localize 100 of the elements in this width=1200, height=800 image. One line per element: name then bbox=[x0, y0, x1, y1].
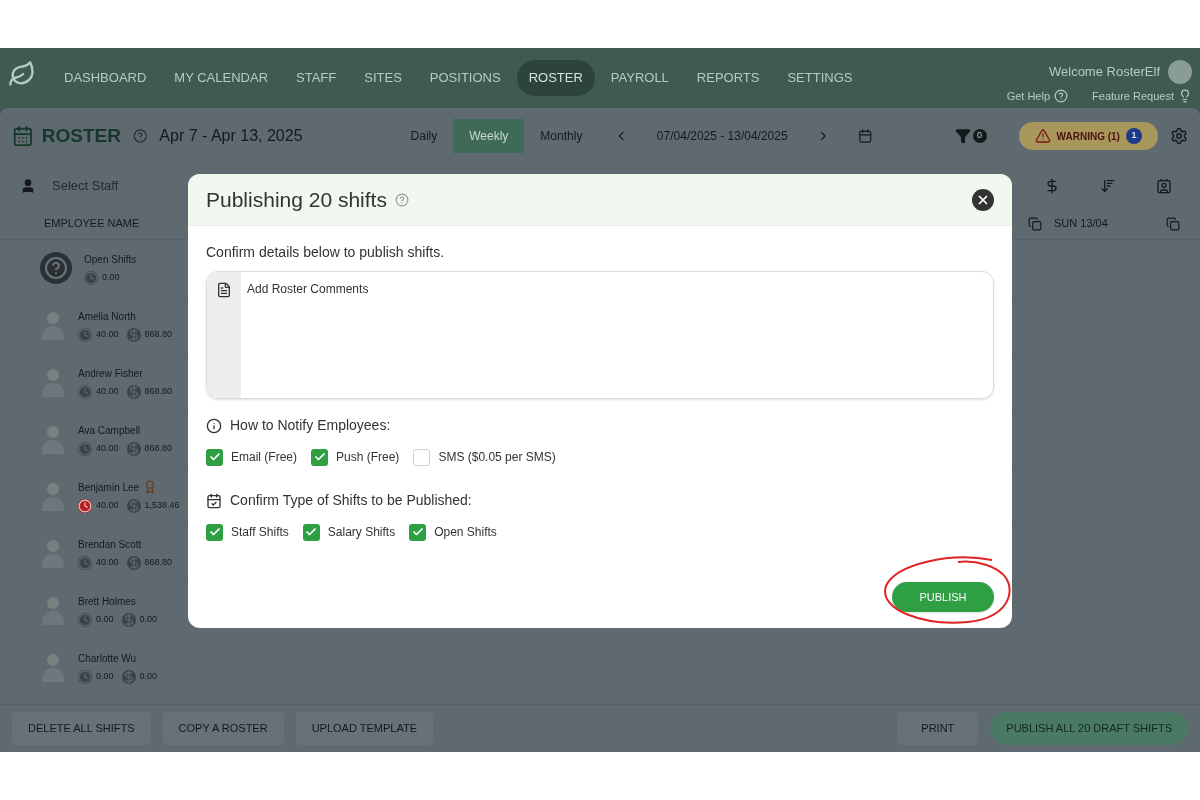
employee-name: Ava Campbell bbox=[78, 423, 141, 438]
person-avatar bbox=[40, 424, 66, 454]
close-button[interactable] bbox=[972, 188, 994, 211]
pay-text: 1,538.46 bbox=[144, 498, 180, 512]
print-button[interactable]: PRINT bbox=[897, 712, 979, 745]
calendar-contact-icon[interactable] bbox=[1156, 178, 1172, 194]
employee-name: Andrew Fisher bbox=[78, 366, 143, 381]
filter-icon[interactable] bbox=[954, 128, 971, 144]
dollar-icon bbox=[126, 441, 141, 456]
section-heading: How to Notify Employees: bbox=[230, 416, 391, 435]
column-header: SUN 13/04 bbox=[1054, 216, 1108, 232]
pay-text: 0.00 bbox=[139, 612, 158, 626]
pay-text: 868.80 bbox=[144, 327, 173, 341]
option-label: Push (Free) bbox=[336, 449, 400, 466]
user-icon bbox=[20, 178, 36, 194]
check-icon bbox=[411, 526, 424, 538]
footer-button[interactable]: DELETE ALL SHIFTS bbox=[12, 712, 151, 745]
nav-tab[interactable]: POSITIONS bbox=[417, 60, 513, 96]
view-tab[interactable]: Monthly bbox=[524, 119, 599, 153]
comments-field[interactable]: Add Roster Comments bbox=[206, 271, 994, 399]
dollar-icon bbox=[126, 498, 141, 513]
pay-text: 868.80 bbox=[144, 384, 173, 398]
employee-name: Open Shifts bbox=[84, 252, 137, 267]
option-label: Staff Shifts bbox=[231, 524, 289, 541]
filter-count: 0 bbox=[972, 129, 987, 143]
hours-text: 40.00 bbox=[96, 498, 119, 512]
check-icon bbox=[305, 526, 318, 538]
check-icon bbox=[208, 451, 221, 463]
publish-all-button[interactable]: PUBLISH ALL 20 DRAFT SHIFTS bbox=[990, 712, 1188, 745]
view-tab[interactable]: Weekly bbox=[453, 119, 525, 153]
publish-button[interactable]: PUBLISH bbox=[892, 582, 994, 612]
settings-icon[interactable] bbox=[1169, 126, 1188, 146]
person-avatar bbox=[40, 367, 66, 397]
checkbox[interactable] bbox=[302, 523, 320, 541]
hours-text: 40.00 bbox=[96, 441, 119, 455]
copy-icon[interactable] bbox=[1028, 216, 1042, 231]
section-heading: Confirm Type of Shifts to be Published: bbox=[230, 491, 472, 510]
intro-text: Confirm details below to publish shifts. bbox=[206, 243, 446, 262]
footer-button[interactable]: COPY A ROSTER bbox=[162, 712, 284, 745]
nav-tab[interactable]: STAFF bbox=[284, 60, 349, 96]
nav-tab[interactable]: ROSTER bbox=[516, 60, 595, 96]
warning-button[interactable]: WARNING (1) 1 bbox=[1018, 122, 1158, 150]
checkbox[interactable] bbox=[206, 448, 223, 466]
check-icon bbox=[313, 451, 326, 463]
pay-text: 868.80 bbox=[144, 555, 173, 569]
copy-icon[interactable] bbox=[1166, 216, 1180, 231]
select-staff-field[interactable]: Select Staff bbox=[12, 170, 182, 202]
sort-icon[interactable] bbox=[1100, 178, 1116, 194]
count-badge: 1 bbox=[1125, 128, 1142, 144]
feature-request-link[interactable]: Feature Request bbox=[1092, 88, 1174, 105]
checkbox[interactable] bbox=[413, 448, 431, 466]
info-icon bbox=[206, 417, 222, 434]
dialog-title: Publishing 20 shifts bbox=[206, 186, 387, 213]
question-avatar bbox=[40, 252, 72, 284]
hours-text: 0.00 bbox=[102, 270, 120, 284]
person-avatar bbox=[40, 538, 66, 568]
dollar-icon bbox=[126, 384, 141, 399]
nav-tab[interactable]: MY CALENDAR bbox=[162, 60, 281, 96]
option-label: Open Shifts bbox=[434, 524, 497, 541]
dollar-icon[interactable] bbox=[1044, 178, 1060, 194]
checkbox[interactable] bbox=[409, 523, 427, 541]
hours-text: 0.00 bbox=[96, 669, 114, 683]
dollar-icon bbox=[126, 555, 141, 570]
logo-icon bbox=[8, 60, 36, 88]
calendar-icon bbox=[206, 492, 222, 509]
dollar-icon bbox=[121, 612, 136, 627]
footer-button[interactable]: UPLOAD TEMPLATE bbox=[295, 712, 433, 745]
hours-text: 40.00 bbox=[96, 327, 119, 341]
option-label: Salary Shifts bbox=[327, 524, 396, 541]
help-icon bbox=[1054, 89, 1069, 104]
warning-icon bbox=[1034, 128, 1051, 144]
nav-tab[interactable]: SETTINGS bbox=[775, 60, 865, 96]
option-label: Email (Free) bbox=[231, 449, 297, 466]
hours-text: 0.00 bbox=[96, 612, 114, 626]
checkbox[interactable] bbox=[311, 448, 328, 466]
employee-name: Benjamin Lee bbox=[78, 480, 140, 495]
view-tab[interactable]: Daily bbox=[394, 119, 454, 153]
welcome-text: Welcome RosterElf bbox=[1049, 63, 1160, 82]
person-avatar bbox=[40, 481, 66, 511]
employee-name: Amelia North bbox=[78, 309, 136, 324]
date-range-title: Apr 7 - Apr 13, 2025 bbox=[159, 126, 303, 146]
employee-name: Charlotte Wu bbox=[78, 651, 137, 666]
nav-tab[interactable]: REPORTS bbox=[684, 60, 772, 96]
person-avatar bbox=[40, 652, 66, 682]
date-range-field[interactable]: 07/04/2025 - 13/04/2025 bbox=[640, 127, 804, 145]
help-icon bbox=[394, 192, 409, 207]
roster-icon bbox=[12, 124, 34, 148]
help-icon bbox=[132, 128, 148, 144]
note-icon bbox=[216, 282, 232, 298]
nav-tab[interactable]: DASHBOARD bbox=[52, 60, 159, 96]
dollar-icon bbox=[126, 327, 141, 342]
person-avatar bbox=[40, 595, 66, 625]
help-link[interactable]: Get Help bbox=[1006, 88, 1051, 105]
user-avatar[interactable] bbox=[1168, 60, 1192, 84]
dollar-icon bbox=[121, 669, 136, 684]
nav-tab[interactable]: PAYROLL bbox=[598, 60, 681, 96]
lightbulb-icon bbox=[1178, 89, 1192, 104]
nav-tab[interactable]: SITES bbox=[352, 60, 414, 96]
calendar-icon[interactable] bbox=[858, 128, 873, 144]
checkbox[interactable] bbox=[206, 523, 223, 541]
